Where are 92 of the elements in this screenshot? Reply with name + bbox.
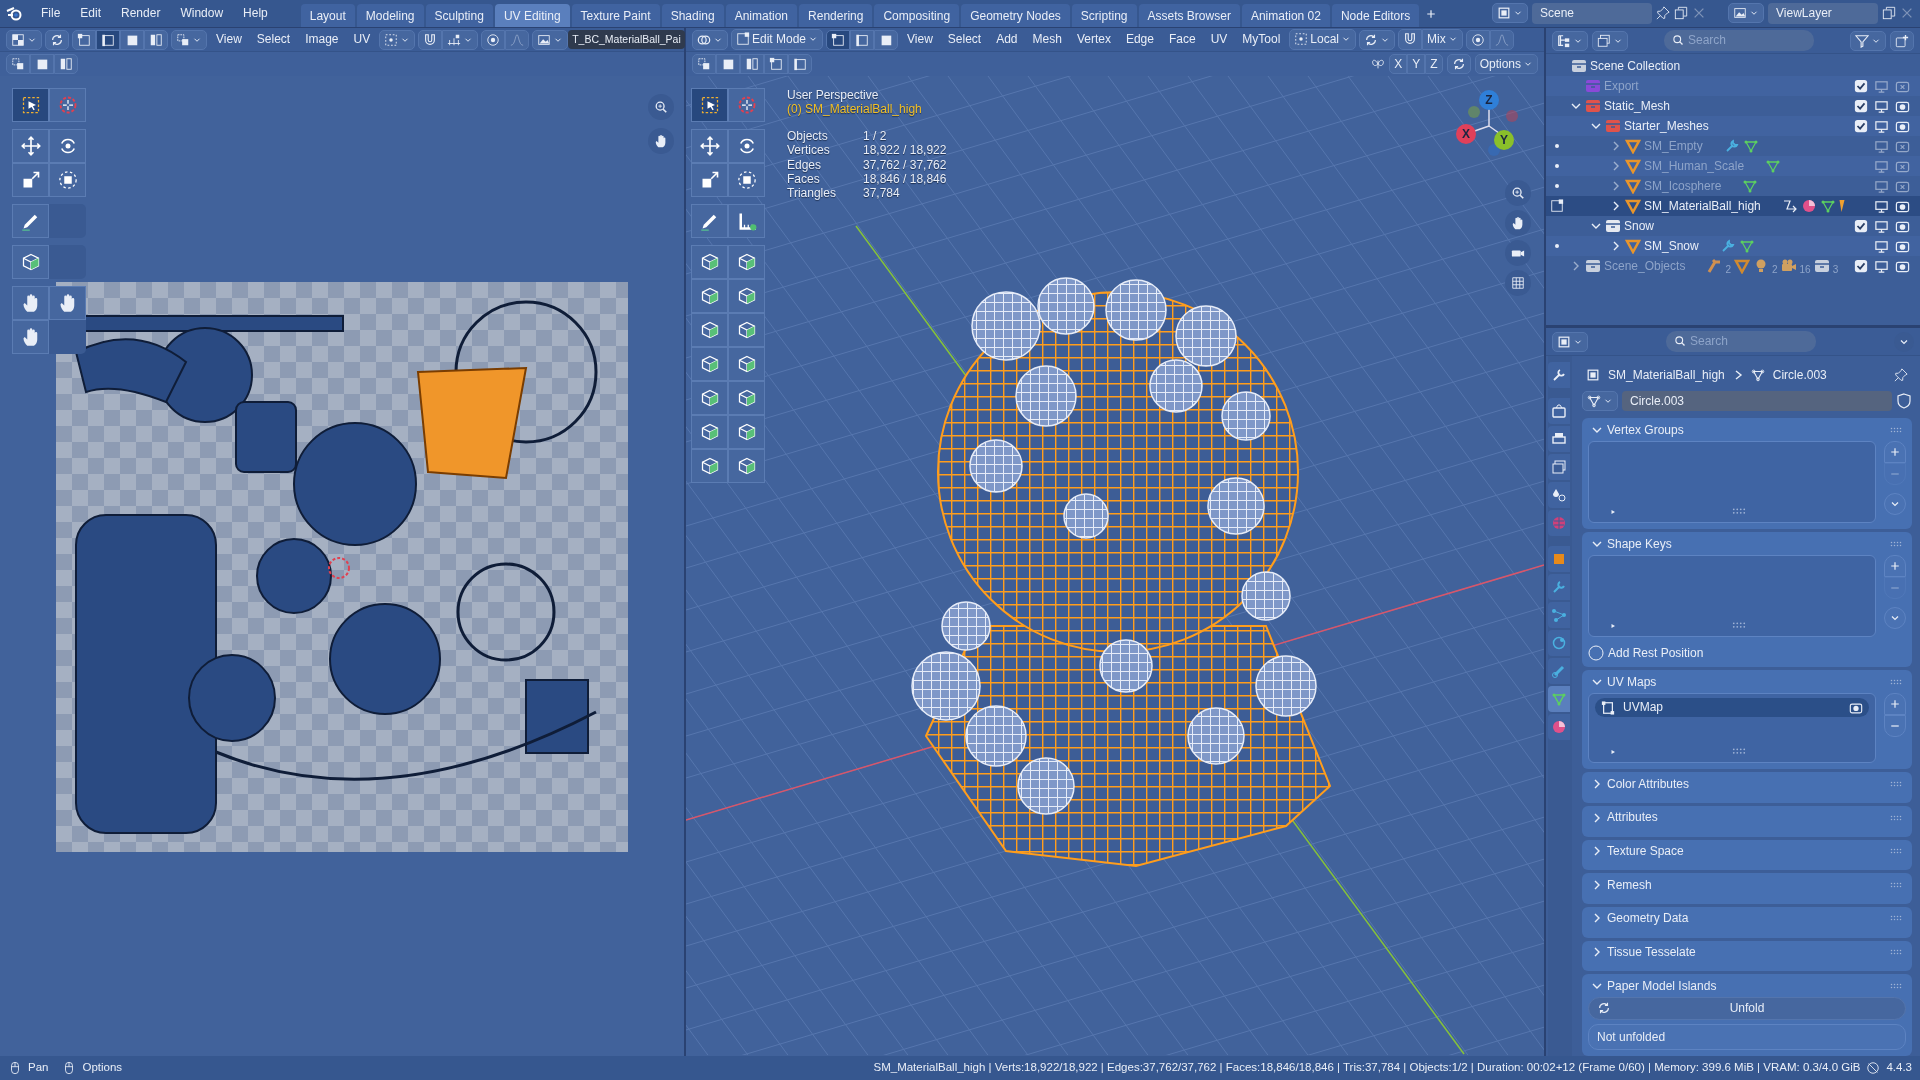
panel-header[interactable]: Paper Model Islands [1588, 974, 1906, 998]
mode-dropdown[interactable]: Edit Mode [731, 29, 824, 50]
stat-label: Triangles [787, 186, 837, 201]
stat-value: 37,762 / 37,762 [863, 157, 947, 172]
workspace-tab[interactable]: Texture Paint [571, 3, 660, 28]
scene-field[interactable]: Scene [1532, 3, 1652, 24]
mesh-name: Circle.003 [1772, 367, 1827, 383]
child-count: 2 [1725, 264, 1731, 276]
child-count: 2 [1771, 264, 1778, 276]
image-name-field[interactable]: T_BC_MaterialBall_Pai [568, 30, 685, 49]
menu-item[interactable]: Select [941, 30, 988, 49]
gizmo-axis-handle[interactable]: Z [1479, 90, 1499, 110]
unfold-button[interactable]: Unfold [1588, 997, 1906, 1020]
list-item-label: UVMap [1623, 700, 1664, 715]
mesh-name-field[interactable]: Circle.003 [1622, 391, 1892, 412]
workspace-tab[interactable]: Animation 02 [1241, 3, 1330, 28]
options-dropdown[interactable]: Options [1474, 53, 1538, 75]
menu-item[interactable]: UV [347, 30, 377, 49]
workspace-tab[interactable]: Animation [725, 3, 798, 28]
view-layer-field[interactable]: ViewLayer [1768, 3, 1878, 24]
search-placeholder: Search [1690, 334, 1729, 349]
menu-item[interactable]: MyTool [1236, 30, 1287, 49]
stat-label: Faces [787, 171, 820, 187]
menu-item[interactable]: Vertex [1070, 30, 1117, 49]
stat-value: 18,922 / 18,922 [863, 143, 947, 158]
panel-header[interactable]: Shape Keys [1588, 532, 1906, 556]
collection-name[interactable]: Snow [1624, 218, 1655, 234]
child-count: 3 [1832, 264, 1839, 276]
snap-target-dropdown[interactable]: Mix [1422, 29, 1463, 50]
mirror-axis-toggle[interactable]: Y [1407, 53, 1426, 75]
menu-item[interactable]: Help [234, 4, 277, 23]
workspace-tab[interactable]: Rendering [799, 3, 873, 28]
panel-header[interactable]: Tissue Tesselate [1588, 940, 1906, 964]
menu-item[interactable]: Render [112, 4, 170, 23]
menu-item[interactable]: View [901, 30, 939, 49]
menu-item[interactable]: Add [990, 30, 1024, 49]
checkbox-label: Add Rest Position [1608, 646, 1704, 661]
collection-name[interactable]: Scene Collection [1590, 58, 1681, 74]
panel-header[interactable]: Remesh [1588, 873, 1906, 897]
gizmo-axis-handle[interactable]: Y [1494, 130, 1514, 150]
transform-orientation-dropdown[interactable]: Local [1289, 29, 1356, 50]
panel-header[interactable]: UV Maps [1588, 670, 1906, 694]
gizmo-axis-handle[interactable]: X [1456, 124, 1476, 144]
stat-value: 1 / 2 [863, 128, 887, 144]
list-item[interactable]: UVMap [1595, 698, 1869, 717]
object-name: SM_MaterialBall_high [1608, 367, 1725, 383]
scene-name: Scene [1540, 6, 1575, 21]
stat-label: Objects [787, 128, 829, 144]
workspace-tab[interactable]: Layout [300, 3, 355, 28]
workspace-tab[interactable]: Scripting [1071, 3, 1137, 28]
hint-label: Options [82, 1061, 123, 1075]
hint-label: Pan [28, 1061, 49, 1075]
menu-item[interactable]: Window [171, 4, 233, 23]
stat-label: Edges [787, 157, 823, 172]
workspace-tab[interactable]: Node Editors [1331, 3, 1420, 28]
status-field: Not unfolded [1588, 1023, 1906, 1050]
object-name[interactable]: SM_MaterialBall_high [1644, 198, 1761, 214]
menu-item[interactable]: File [32, 4, 70, 23]
child-count: 16 [1799, 264, 1811, 276]
view-name: User Perspective [787, 88, 880, 103]
panel-header[interactable]: Texture Space [1588, 839, 1906, 863]
search-placeholder: Search [1688, 33, 1727, 48]
workspace-tab[interactable]: Sculpting [425, 3, 493, 28]
panel-header[interactable]: Geometry Data [1588, 906, 1906, 930]
stat-value: 37,784 [863, 186, 900, 201]
status-stats: SM_MaterialBall_high | Verts:18,922/18,922 | Edges:37,762/37,762 | Faces:18,846/18,846 | Tris:37,784 | Objects:1/2 | Duration: 00:02+12 (Frame 0/60) | Memory: 399.6 MiB | VRAM: 0.3/4.0 GiB [873, 1061, 1861, 1075]
collection-name[interactable]: Static_Mesh [1604, 98, 1671, 114]
workspace-tab[interactable]: Modeling [356, 3, 424, 28]
panel-header[interactable]: Vertex Groups [1588, 418, 1906, 442]
menu-item[interactable]: Face [1162, 30, 1202, 49]
workspace-tab[interactable]: Shading [661, 3, 724, 28]
menu-item[interactable]: Edge [1119, 30, 1160, 49]
version-label: 4.4.3 [1886, 1061, 1912, 1075]
menu-item[interactable]: Mesh [1026, 30, 1068, 49]
menu-item[interactable]: Select [250, 30, 297, 49]
menu-item[interactable]: View [210, 30, 248, 49]
panel-header[interactable]: Attributes [1588, 806, 1906, 830]
active-object-label: (0) SM_MaterialBall_high [787, 102, 923, 117]
workspace-tab[interactable]: Assets Browser [1138, 3, 1240, 28]
workspace-tab[interactable]: UV Editing [494, 3, 570, 28]
menu-item[interactable]: Image [299, 30, 345, 49]
workspace-tab[interactable]: Geometry Nodes [961, 3, 1070, 28]
workspace-tab[interactable]: Compositing [874, 3, 960, 28]
panel-header[interactable]: Color Attributes [1588, 772, 1906, 796]
menu-item[interactable]: UV [1204, 30, 1234, 49]
collection-name[interactable]: Starter_Meshes [1624, 118, 1709, 134]
stat-value: 18,846 / 18,846 [863, 171, 947, 187]
object-name[interactable]: SM_Snow [1644, 238, 1699, 254]
mirror-axis-toggle[interactable]: Z [1425, 53, 1443, 75]
mirror-axis-toggle[interactable]: X [1389, 53, 1408, 75]
stat-label: Vertices [787, 143, 831, 158]
menu-item[interactable]: Edit [71, 4, 111, 23]
